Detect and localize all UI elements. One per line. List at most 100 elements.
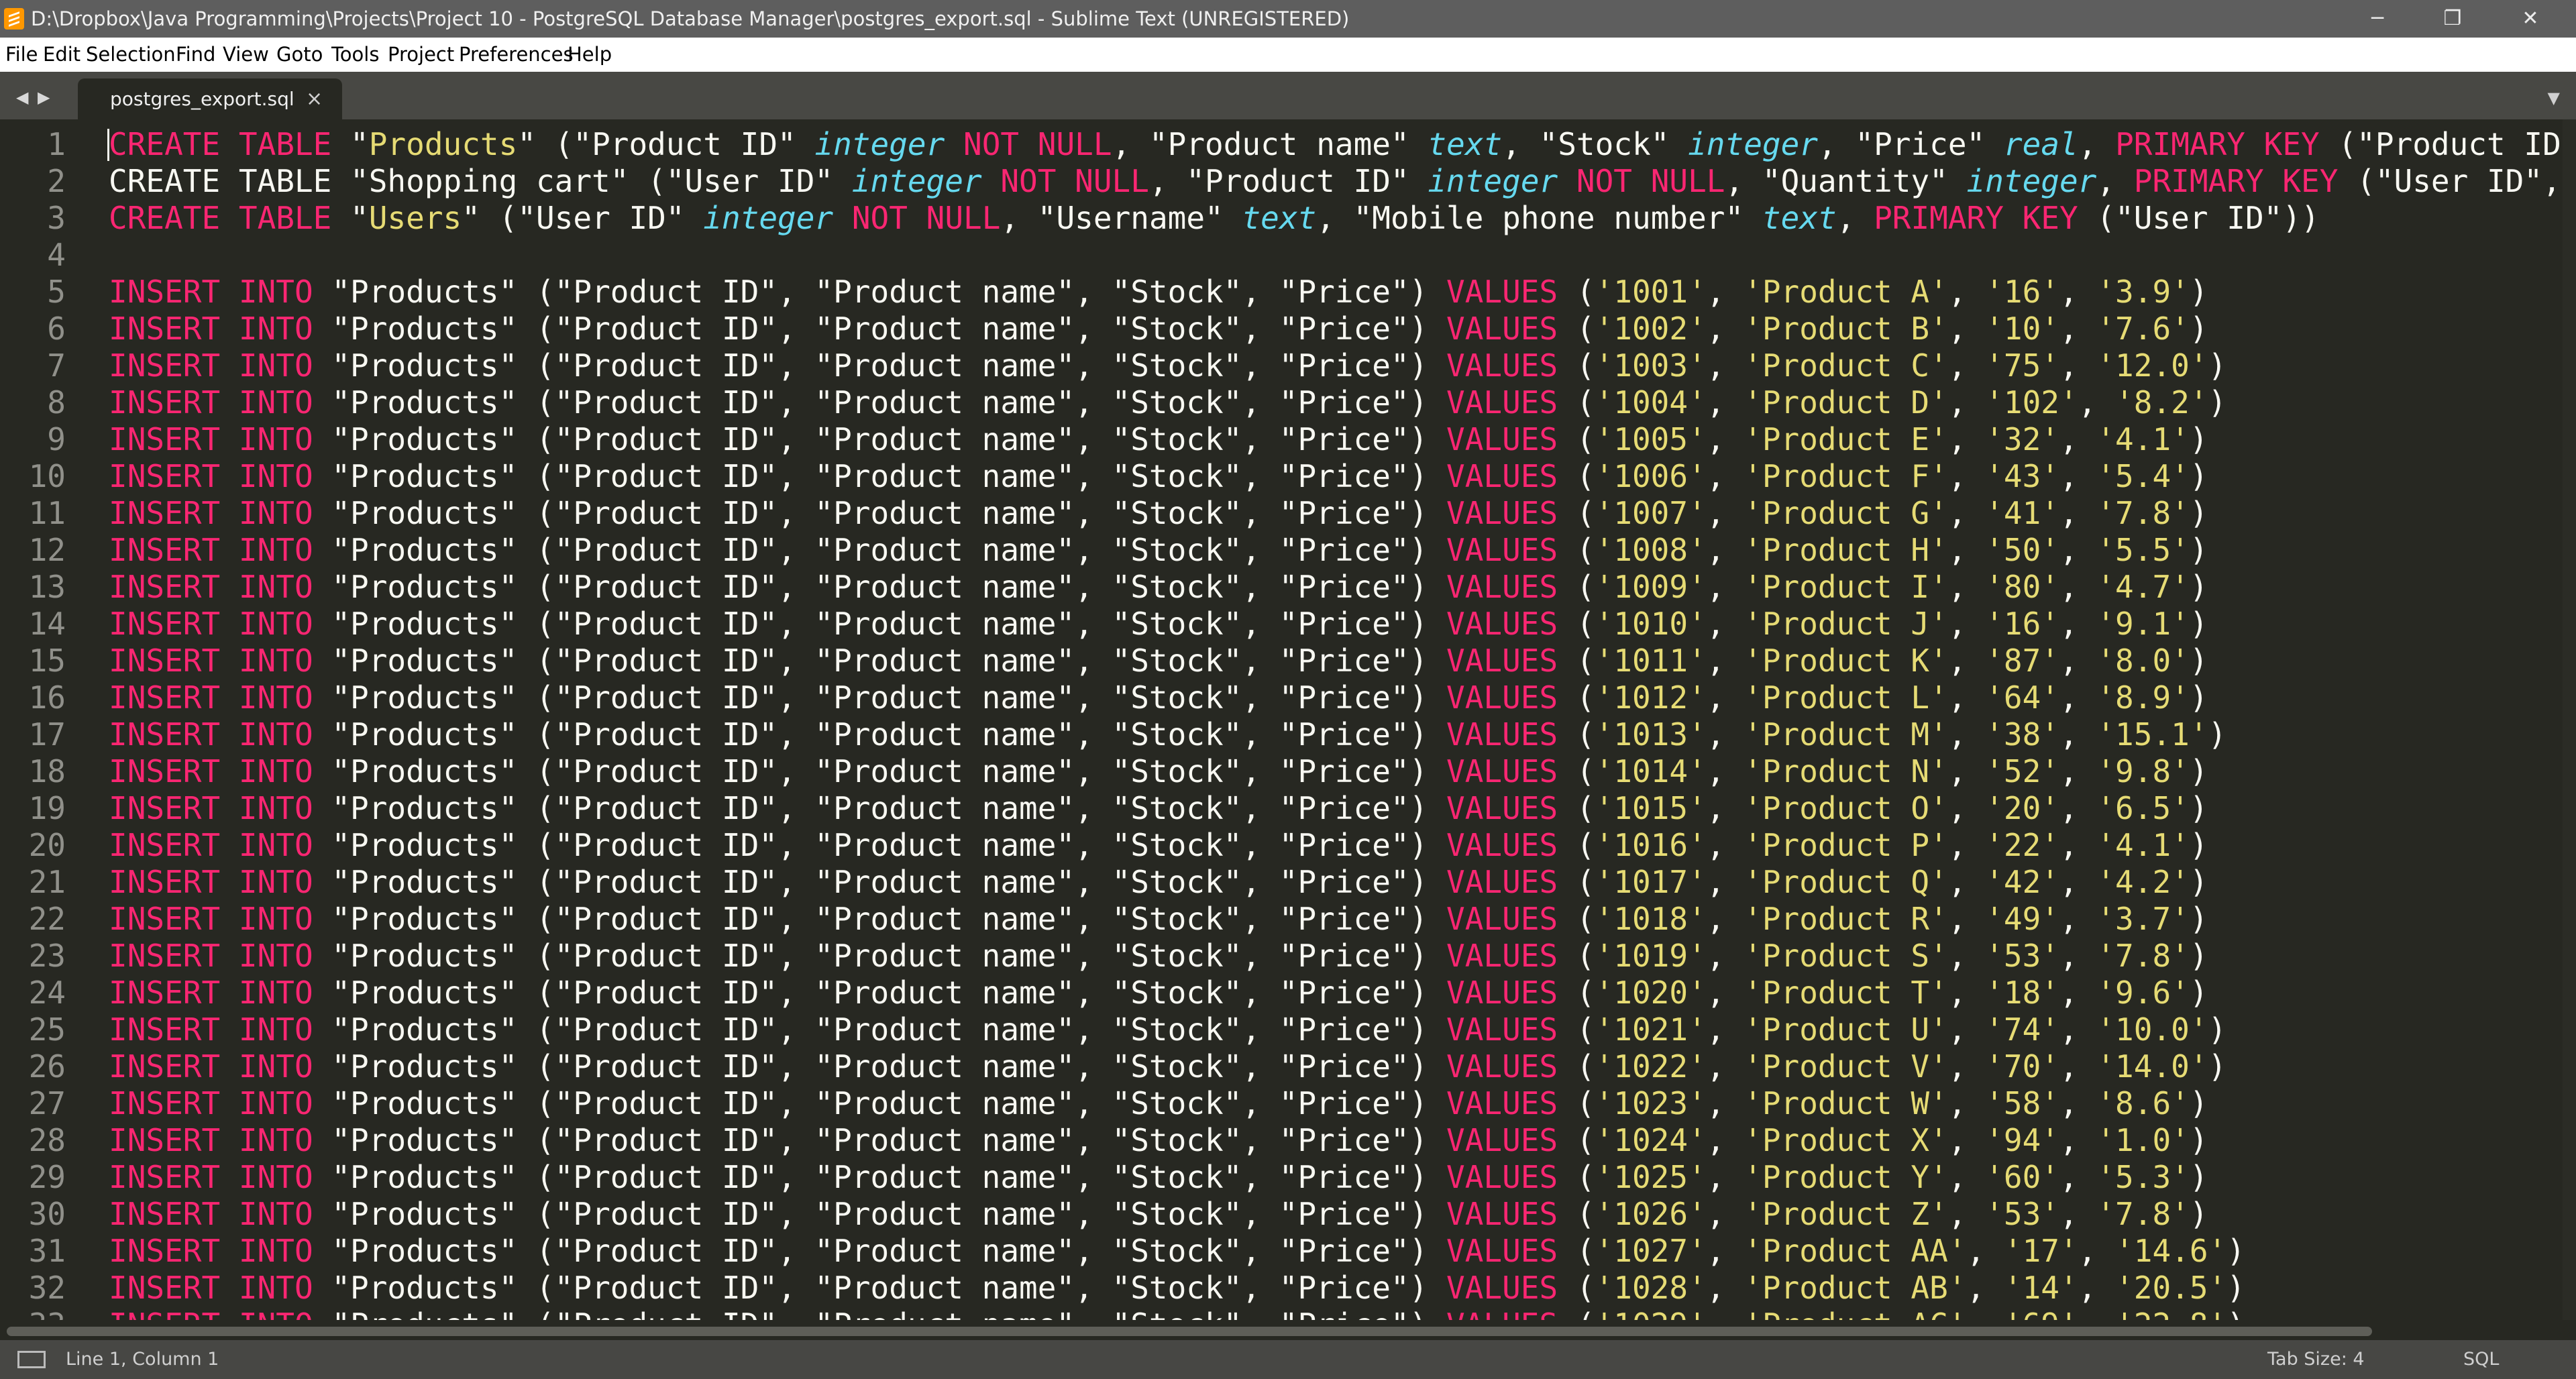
code-line[interactable]: INSERT INTO "Products" ("Product ID", "P… xyxy=(109,384,2226,421)
code-token: '53' xyxy=(1985,938,2059,974)
code-line[interactable]: INSERT INTO "Products" ("Product ID", "P… xyxy=(109,1159,2208,1195)
code-line[interactable]: INSERT INTO "Products" ("Product ID", "P… xyxy=(109,864,2208,900)
code-line[interactable]: INSERT INTO "Products" ("Product ID", "P… xyxy=(109,827,2208,863)
code-line[interactable]: INSERT INTO "Products" ("Product ID", "P… xyxy=(109,1233,2245,1269)
code-line[interactable]: INSERT INTO "Products" ("Product ID", "P… xyxy=(109,790,2208,826)
close-window-button[interactable]: ✕ xyxy=(2493,0,2568,38)
code-token: ("Product ID", "Product name", "Stock", … xyxy=(536,1233,1428,1269)
menu-file[interactable]: File xyxy=(5,38,38,72)
code-line[interactable]: INSERT INTO "Products" ("Product ID", "P… xyxy=(109,1196,2208,1232)
code-line[interactable]: INSERT INTO "Products" ("Product ID", "P… xyxy=(109,716,2226,753)
code-line[interactable]: INSERT INTO "Products" ("Product ID", "P… xyxy=(109,975,2208,1011)
code-token: '17' xyxy=(2003,1233,2078,1269)
code-line[interactable]: INSERT INTO "Products" ("Product ID", "P… xyxy=(109,458,2208,494)
line-number: 14 xyxy=(28,606,66,642)
panel-toggle-icon[interactable] xyxy=(17,1351,46,1368)
vertical-scrollbar[interactable] xyxy=(2563,119,2576,1320)
tab-scroll-left-icon[interactable]: ◀ xyxy=(16,88,28,107)
code-token: INSERT INTO xyxy=(109,901,313,937)
code-editor[interactable]: 1 2 3 4 5 6 7 8 9 10 11 12 13 14 15 16 17 18 19 20 21 22 23 24 2… xyxy=(0,119,2576,1320)
code-token: 'Product X' xyxy=(1743,1122,1948,1158)
tab-postgres-export[interactable]: postgres_export.sql × xyxy=(78,78,342,119)
code-token: , xyxy=(1947,975,1986,1011)
tab-list-dropdown-icon[interactable]: ▼ xyxy=(2548,89,2560,107)
code-line[interactable]: INSERT INTO "Products" ("Product ID", "P… xyxy=(109,421,2208,457)
code-token: NOT NULL xyxy=(1000,163,1149,199)
code-token: , xyxy=(2059,274,2097,310)
code-token: VALUES xyxy=(1446,1196,1558,1232)
code-line[interactable]: CREATE TABLE "Shopping cart" ("User ID" … xyxy=(109,163,2576,199)
code-token: 'Product H' xyxy=(1743,532,1948,568)
menu-view[interactable]: View xyxy=(223,38,269,72)
code-line[interactable]: INSERT INTO "Products" ("Product ID", "P… xyxy=(109,1048,2226,1085)
line-number: 6 xyxy=(47,311,66,347)
code-token: "Products" xyxy=(331,643,518,679)
code-line[interactable]: INSERT INTO "Products" ("Product ID", "P… xyxy=(109,1011,2226,1048)
horizontal-scrollbar[interactable] xyxy=(0,1320,2576,1340)
code-line[interactable]: CREATE TABLE "Users" ("User ID" integer … xyxy=(109,200,2320,236)
code-token: ("Product ID", "Product name", "Stock", … xyxy=(536,569,1428,605)
syntax-indicator[interactable]: SQL xyxy=(2463,1340,2499,1379)
code-line[interactable]: INSERT INTO "Products" ("Product ID", "P… xyxy=(109,679,2208,716)
code-token: ) xyxy=(2226,1270,2245,1306)
code-token: '12.0' xyxy=(2096,347,2208,384)
code-token: , xyxy=(1947,938,1986,974)
code-line[interactable]: INSERT INTO "Products" ("Product ID", "P… xyxy=(109,347,2226,384)
code-line[interactable]: INSERT INTO "Products" ("Product ID", "P… xyxy=(109,1122,2208,1158)
code-token: '1014' xyxy=(1595,753,1707,789)
code-line[interactable]: INSERT INTO "Products" ("Product ID", "P… xyxy=(109,938,2208,974)
code-token: VALUES xyxy=(1446,421,1558,457)
code-line[interactable]: INSERT INTO "Products" ("Product ID", "P… xyxy=(109,495,2208,531)
code-token: ) xyxy=(2189,975,2208,1011)
code-token: VALUES xyxy=(1446,901,1558,937)
code-token: ) xyxy=(2189,679,2208,716)
code-token: 'Product Z' xyxy=(1743,1196,1948,1232)
code-line[interactable]: INSERT INTO "Products" ("Product ID", "P… xyxy=(109,1307,2245,1320)
code-token: , xyxy=(1706,1122,1744,1158)
code-token: '1020' xyxy=(1595,975,1707,1011)
menu-find[interactable]: Find xyxy=(176,38,215,72)
code-token: '14' xyxy=(2003,1270,2078,1306)
code-line[interactable]: INSERT INTO "Products" ("Product ID", "P… xyxy=(109,1085,2208,1121)
menu-edit[interactable]: Edit xyxy=(43,38,80,72)
tab-size-indicator[interactable]: Tab Size: 4 xyxy=(2267,1340,2365,1379)
code-line[interactable]: INSERT INTO "Products" ("Product ID", "P… xyxy=(109,643,2208,679)
menu-goto[interactable]: Goto xyxy=(276,38,323,72)
menu-selection[interactable]: Selection xyxy=(86,38,176,72)
menu-project[interactable]: Project xyxy=(388,38,454,72)
code-token: ) xyxy=(2189,1159,2208,1195)
code-token: '9.6' xyxy=(2096,975,2190,1011)
menu-tools[interactable]: Tools xyxy=(331,38,379,72)
code-area[interactable]: CREATE TABLE "Products" ("Product ID" in… xyxy=(109,119,2576,1320)
code-line[interactable]: INSERT INTO "Products" ("Product ID", "P… xyxy=(109,311,2208,347)
code-token: , xyxy=(2059,606,2097,642)
menu-help[interactable]: Help xyxy=(568,38,612,72)
tab-close-icon[interactable]: × xyxy=(306,78,323,119)
code-token: VALUES xyxy=(1446,938,1558,974)
code-line[interactable]: INSERT INTO "Products" ("Product ID", "P… xyxy=(109,901,2208,937)
code-token: CREATE xyxy=(109,126,221,162)
code-line[interactable]: INSERT INTO "Products" ("Product ID", "P… xyxy=(109,274,2208,310)
code-token: ) xyxy=(2189,938,2208,974)
title-bar: D:\Dropbox\Java Programming\Projects\Pro… xyxy=(0,0,2576,38)
horizontal-scrollbar-thumb[interactable] xyxy=(7,1327,2372,1336)
code-line[interactable]: INSERT INTO "Products" ("Product ID", "P… xyxy=(109,569,2208,605)
tab-scroll-right-icon[interactable]: ▶ xyxy=(38,88,50,107)
menu-preferences[interactable]: Preferences xyxy=(459,38,574,72)
code-line[interactable]: INSERT INTO "Products" ("Product ID", "P… xyxy=(109,1270,2245,1306)
code-line[interactable]: INSERT INTO "Products" ("Product ID", "P… xyxy=(109,606,2208,642)
minimize-button[interactable]: ─ xyxy=(2340,0,2415,38)
code-line[interactable]: INSERT INTO "Products" ("Product ID", "P… xyxy=(109,532,2208,568)
code-token: INSERT INTO xyxy=(109,679,313,716)
code-token: '74' xyxy=(1985,1011,2059,1048)
code-token: , xyxy=(1706,901,1744,937)
code-line[interactable]: INSERT INTO "Products" ("Product ID", "P… xyxy=(109,753,2208,789)
maximize-button[interactable]: ❐ xyxy=(2415,0,2490,38)
code-line[interactable]: CREATE TABLE "Products" ("Product ID" in… xyxy=(109,126,2576,162)
